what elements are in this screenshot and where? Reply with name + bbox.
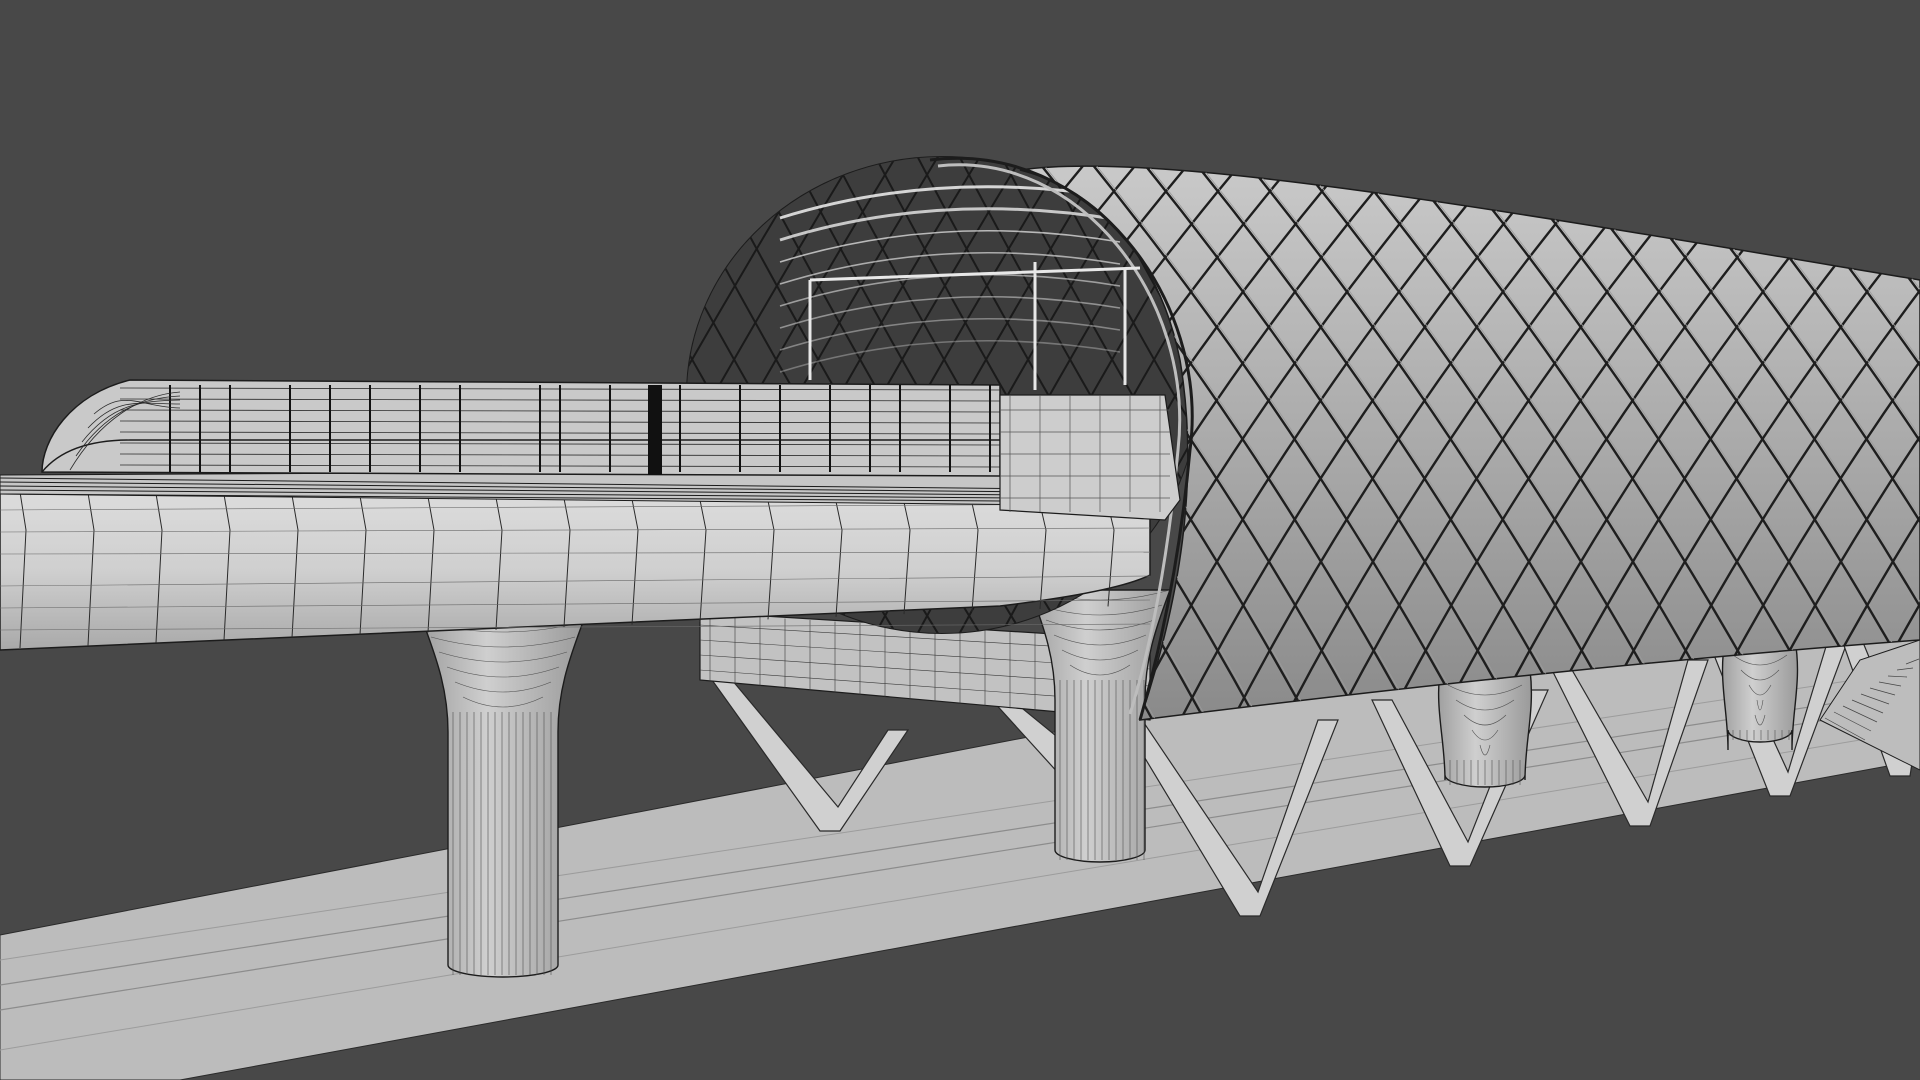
maglev-train xyxy=(41,379,1001,477)
3d-viewport[interactable] xyxy=(0,0,1920,1080)
wireframe-scene[interactable] xyxy=(0,0,1920,1080)
